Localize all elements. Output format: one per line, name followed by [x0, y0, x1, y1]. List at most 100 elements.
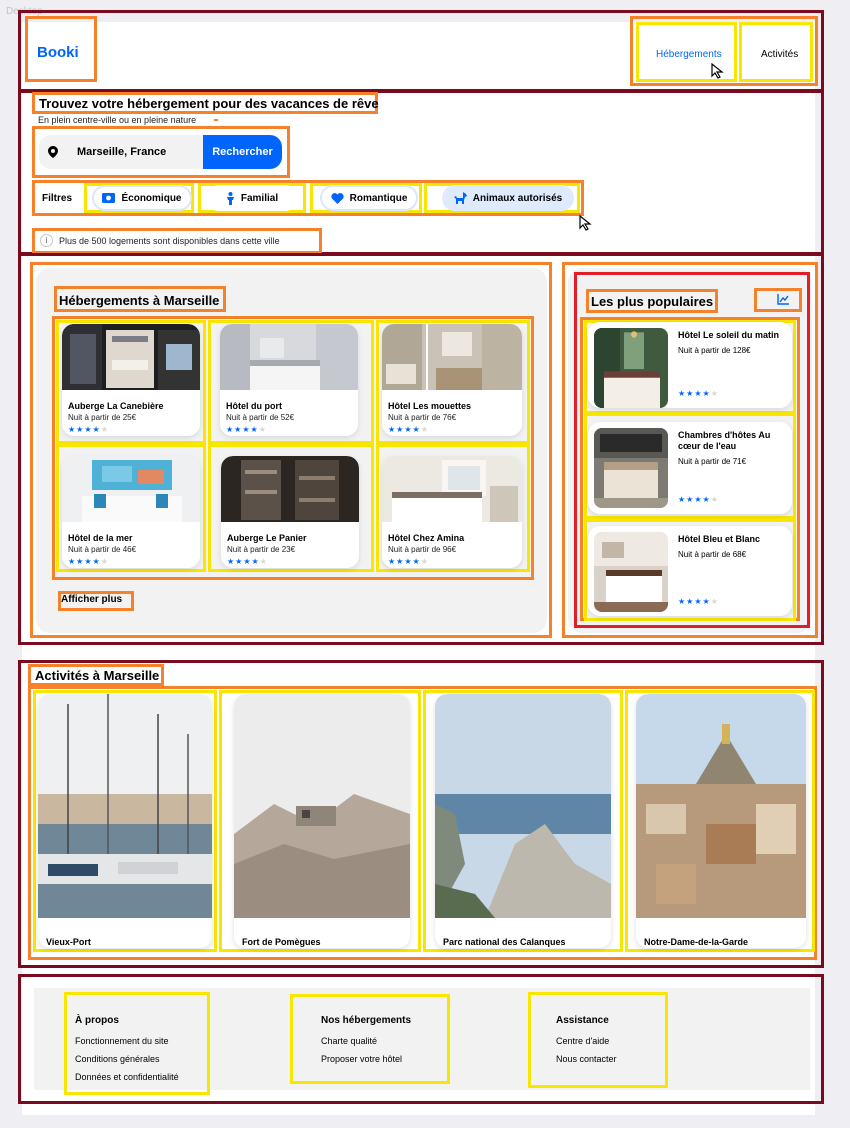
rating-stars: ★★★★★ — [68, 425, 109, 434]
activity-card[interactable]: Fort de Pomègues — [234, 694, 410, 948]
hotel-photo — [594, 328, 668, 408]
info-line: i Plus de 500 logements sont disponibles… — [40, 234, 280, 247]
activity-title: Parc national des Calanques — [443, 937, 566, 947]
card-price: Nuit à partir de 25€ — [68, 413, 137, 422]
hotel-photo — [221, 456, 359, 522]
populaires-title: Les plus populaires — [591, 294, 714, 309]
hotel-card[interactable]: Hôtel du port Nuit à partir de 52€ ★★★★★ — [220, 324, 358, 436]
hotel-photo — [382, 324, 522, 390]
popular-hotel-title: Chambres d'hôtes Au cœur de l'eau — [678, 430, 771, 451]
chip-animaux[interactable]: Animaux autorisés — [442, 185, 574, 211]
card-title: Auberge La Canebière — [68, 401, 164, 411]
rating-stars: ★★★★★ — [388, 557, 429, 566]
popular-hotel-card[interactable]: Hôtel Le soleil du matin Nuit à partir d… — [588, 322, 792, 408]
trending-chart-icon[interactable] — [777, 294, 789, 305]
activity-card[interactable]: Parc national des Calanques — [435, 694, 611, 948]
card-price: Nuit à partir de 23€ — [227, 545, 296, 554]
hotel-photo — [62, 456, 200, 522]
card-price: Nuit à partir de 46€ — [68, 545, 137, 554]
footer-heading: À propos — [75, 1015, 119, 1026]
popular-hotel-price: Nuit à partir de 71€ — [678, 457, 747, 466]
activity-title: Vieux-Port — [46, 937, 91, 947]
activity-card[interactable]: Notre-Dame-de-la-Garde — [636, 694, 806, 948]
subtitle-underline — [214, 113, 218, 121]
popular-hotel-card[interactable]: Hôtel Bleu et Blanc Nuit à partir de 68€… — [588, 526, 792, 616]
activity-photo — [38, 694, 212, 918]
popular-hotel-price: Nuit à partir de 128€ — [678, 346, 751, 355]
rating-stars: ★★★★★ — [678, 495, 719, 504]
footer-link[interactable]: Centre d'aide — [556, 1036, 617, 1046]
hotel-photo — [62, 324, 200, 390]
footer-column-hebergements: Nos hébergements Charte qualité Proposer… — [321, 1015, 411, 1064]
activity-photo — [435, 694, 611, 918]
logo[interactable]: Booki — [37, 44, 79, 61]
hotel-card[interactable]: Hôtel Chez Amina Nuit à partir de 96€ ★★… — [382, 456, 522, 568]
card-title: Auberge Le Panier — [227, 533, 307, 543]
hotel-card[interactable]: Auberge Le Panier Nuit à partir de 23€ ★… — [221, 456, 359, 568]
card-title: Hôtel Les mouettes — [388, 401, 472, 411]
chip-romantique-label: Romantique — [349, 192, 408, 204]
hotel-card[interactable]: Hôtel Les mouettes Nuit à partir de 76€ … — [382, 324, 522, 436]
footer-link[interactable]: Fonctionnement du site — [75, 1036, 179, 1046]
search-title: Trouvez votre hébergement pour des vacan… — [39, 96, 379, 111]
chip-economique[interactable]: Économique — [92, 185, 192, 211]
info-text: Plus de 500 logements sont disponibles d… — [59, 235, 280, 246]
rating-stars: ★★★★★ — [68, 557, 109, 566]
footer-heading: Assistance — [556, 1015, 609, 1026]
rating-stars: ★★★★★ — [227, 557, 268, 566]
rating-stars: ★★★★★ — [226, 425, 267, 434]
activity-title: Fort de Pomègues — [242, 937, 321, 947]
cursor-icon — [579, 215, 592, 231]
chip-animaux-label: Animaux autorisés — [472, 192, 563, 204]
chip-romantique[interactable]: Romantique — [320, 185, 418, 211]
card-title: Hôtel Chez Amina — [388, 533, 465, 543]
dog-icon — [453, 192, 467, 204]
chip-familial[interactable]: Familial — [206, 185, 298, 211]
hotel-photo — [594, 532, 668, 612]
filters-label: Filtres — [42, 193, 73, 204]
footer-link[interactable]: Nous contacter — [556, 1054, 617, 1064]
person-icon — [226, 191, 234, 205]
nav-link-activites[interactable]: Activités — [761, 49, 798, 60]
hotel-card[interactable]: Hôtel de la mer Nuit à partir de 46€ ★★★… — [62, 456, 200, 568]
search-subtitle: En plein centre-ville ou en pleine natur… — [38, 115, 197, 125]
activites-title: Activités à Marseille — [35, 668, 160, 683]
info-icon: i — [40, 234, 53, 247]
nav-link-hebergements[interactable]: Hébergements — [656, 49, 722, 60]
hotel-photo — [220, 324, 358, 390]
popular-hotel-card[interactable]: Chambres d'hôtes Au cœur de l'eau Nuit à… — [588, 422, 792, 514]
activity-title: Notre-Dame-de-la-Garde — [644, 937, 749, 947]
heart-icon — [330, 192, 344, 204]
card-title: Hôtel de la mer — [68, 533, 133, 543]
footer-column-about: À propos Fonctionnement du site Conditio… — [75, 1015, 179, 1082]
show-more-link[interactable]: Afficher plus — [61, 594, 122, 605]
footer-link[interactable]: Données et confidentialité — [75, 1072, 179, 1082]
rating-stars: ★★★★★ — [678, 389, 719, 398]
hotel-photo — [382, 456, 522, 522]
search-button[interactable]: Rechercher — [203, 135, 282, 169]
location-pin-icon — [41, 135, 65, 169]
card-title: Hôtel du port — [226, 401, 282, 411]
search-input[interactable] — [77, 143, 197, 161]
activity-card[interactable]: Vieux-Port — [38, 694, 212, 948]
cursor-icon — [711, 63, 724, 79]
activity-photo — [234, 694, 410, 918]
hotel-card[interactable]: Auberge La Canebière Nuit à partir de 25… — [62, 324, 200, 436]
card-price: Nuit à partir de 96€ — [388, 545, 457, 554]
rating-stars: ★★★★★ — [678, 597, 719, 606]
activity-photo — [636, 694, 806, 918]
footer-link[interactable]: Conditions générales — [75, 1054, 179, 1064]
money-icon — [102, 193, 116, 203]
card-price: Nuit à partir de 76€ — [388, 413, 457, 422]
popular-hotel-price: Nuit à partir de 68€ — [678, 550, 747, 559]
chip-economique-label: Économique — [121, 192, 182, 204]
popular-hotel-title: Hôtel Le soleil du matin — [678, 330, 780, 340]
hotel-photo — [594, 428, 668, 508]
footer-link[interactable]: Charte qualité — [321, 1036, 411, 1046]
hebergements-title: Hébergements à Marseille — [59, 293, 220, 308]
popular-hotel-title: Hôtel Bleu et Blanc — [678, 534, 761, 544]
footer-heading: Nos hébergements — [321, 1015, 412, 1026]
footer-column-assistance: Assistance Centre d'aide Nous contacter — [556, 1015, 617, 1064]
chip-familial-label: Familial — [240, 192, 279, 204]
footer-link[interactable]: Proposer votre hôtel — [321, 1054, 411, 1064]
